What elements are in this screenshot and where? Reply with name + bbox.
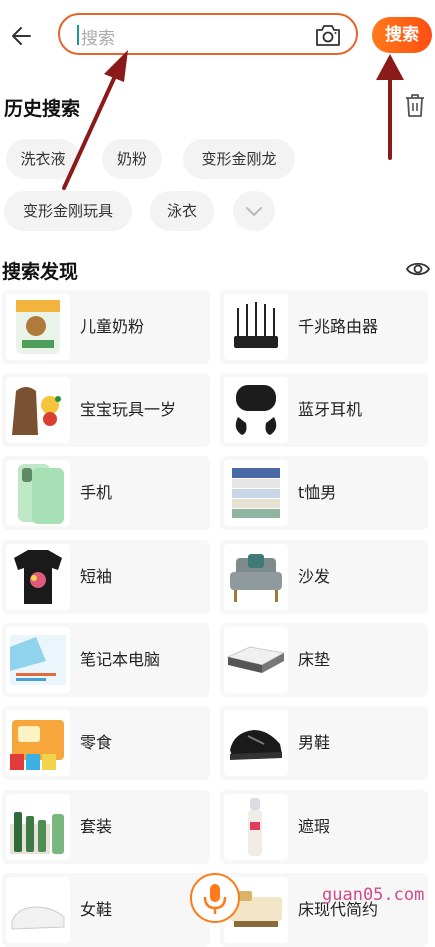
discover-item-label: 笔记本电脑: [80, 650, 161, 669]
discover-item-label: 蓝牙耳机: [298, 400, 363, 419]
history-chip[interactable]: 变形金刚龙: [183, 139, 295, 179]
discover-item-label: 床垫: [298, 650, 331, 669]
discover-item[interactable]: t恤男: [220, 456, 428, 530]
back-arrow-icon[interactable]: [8, 22, 36, 50]
product-thumbnail: [6, 294, 70, 360]
discover-item[interactable]: 套装: [2, 790, 210, 864]
microphone-icon: [203, 884, 227, 914]
discover-item[interactable]: 宝宝玩具一岁: [2, 373, 210, 447]
discover-item[interactable]: 男鞋: [220, 706, 428, 780]
product-thumbnail: [6, 627, 70, 693]
discover-item[interactable]: 沙发: [220, 540, 428, 614]
discover-item-label: 手机: [80, 483, 113, 502]
trash-icon[interactable]: [403, 92, 427, 118]
product-thumbnail: [224, 627, 288, 693]
discover-item[interactable]: 手机: [2, 456, 210, 530]
voice-search-button[interactable]: [190, 873, 240, 923]
chevron-down-icon: [246, 207, 262, 216]
discover-item-label: 套装: [80, 817, 113, 836]
watermark: guan05.com: [322, 885, 425, 905]
history-chip[interactable]: 奶粉: [102, 139, 162, 179]
discover-item-label: 女鞋: [80, 900, 113, 919]
product-thumbnail: [224, 710, 288, 776]
search-button[interactable]: 搜索: [372, 17, 432, 53]
product-thumbnail: [224, 460, 288, 526]
discover-item-label: 沙发: [298, 567, 331, 586]
top-bar: 搜索 搜索: [0, 0, 435, 72]
expand-history-button[interactable]: [233, 191, 275, 231]
product-thumbnail: [6, 544, 70, 610]
discover-item-label: 儿童奶粉: [80, 317, 145, 336]
discover-item[interactable]: 床垫: [220, 623, 428, 697]
discover-item-label: 短袖: [80, 567, 113, 586]
product-thumbnail: [6, 377, 70, 443]
history-title: 历史搜索: [4, 98, 81, 120]
product-thumbnail: [224, 294, 288, 360]
discover-item[interactable]: 笔记本电脑: [2, 623, 210, 697]
history-chip[interactable]: 泳衣: [150, 191, 214, 231]
discover-item[interactable]: 千兆路由器: [220, 290, 428, 364]
discover-item[interactable]: 遮瑕: [220, 790, 428, 864]
history-chip[interactable]: 变形金刚玩具: [4, 191, 132, 231]
discover-item-label: 零食: [80, 733, 113, 752]
discover-item-label: 千兆路由器: [298, 317, 379, 336]
discover-item-label: t恤男: [298, 483, 337, 502]
product-thumbnail: [6, 710, 70, 776]
product-thumbnail: [224, 377, 288, 443]
discover-item-label: 遮瑕: [298, 817, 331, 836]
product-thumbnail: [6, 460, 70, 526]
product-thumbnail: [6, 794, 70, 860]
discover-item[interactable]: 儿童奶粉: [2, 290, 210, 364]
eye-icon[interactable]: [405, 258, 431, 280]
product-thumbnail: [224, 794, 288, 860]
discover-item[interactable]: 零食: [2, 706, 210, 780]
discover-item-label: 男鞋: [298, 733, 331, 752]
history-chip[interactable]: 洗衣液: [6, 139, 80, 179]
discover-item[interactable]: 蓝牙耳机: [220, 373, 428, 447]
product-thumbnail: [6, 877, 70, 943]
search-placeholder: 搜索: [81, 29, 115, 49]
discover-item[interactable]: 女鞋: [2, 873, 210, 947]
discover-item[interactable]: 短袖: [2, 540, 210, 614]
text-caret: [77, 25, 79, 45]
discover-item-label: 宝宝玩具一岁: [80, 400, 177, 419]
discover-title: 搜索发现: [2, 261, 79, 283]
camera-icon[interactable]: [314, 22, 342, 48]
product-thumbnail: [224, 544, 288, 610]
search-input[interactable]: 搜索: [58, 13, 358, 55]
